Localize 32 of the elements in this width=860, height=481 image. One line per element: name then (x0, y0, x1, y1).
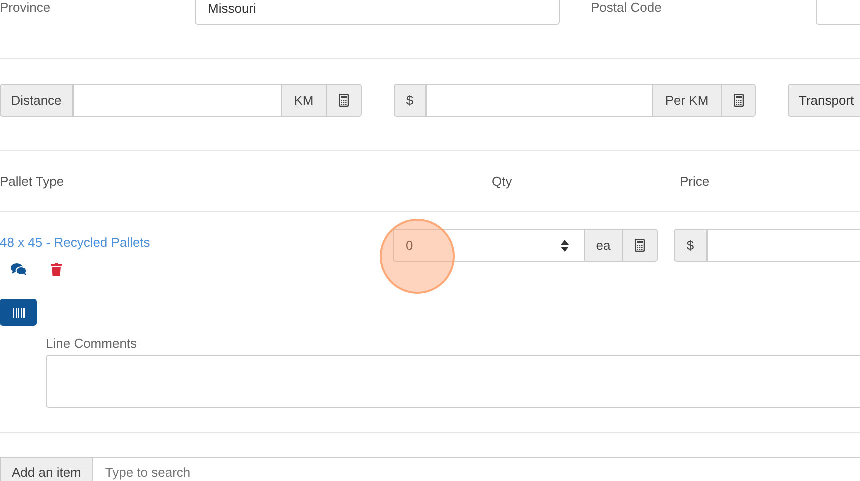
input-field[interactable] (73, 84, 282, 117)
calculator-icon (734, 94, 744, 107)
transport-button[interactable]: Transport (788, 84, 860, 117)
field-addon: KM (282, 84, 327, 117)
barcode-button[interactable] (0, 299, 37, 326)
comments-icon[interactable] (11, 263, 27, 276)
quantity-field[interactable]: 0 (393, 229, 585, 262)
calculator-icon (635, 239, 645, 252)
field-addon: Add an item (0, 457, 94, 481)
calculator-button[interactable] (623, 229, 658, 262)
comments-field[interactable] (46, 355, 860, 408)
field-addon: ea (585, 229, 623, 262)
field-label: Province (0, 0, 52, 15)
calculator-button[interactable] (327, 84, 362, 117)
field-addon: $ (394, 84, 426, 117)
calculator-icon (339, 94, 349, 107)
column-header: Price (680, 174, 710, 188)
field-label: Postal Code (591, 0, 663, 15)
input-field[interactable] (426, 84, 653, 117)
price-field[interactable] (707, 229, 860, 262)
barcode-icon (12, 308, 24, 318)
input-field[interactable]: Missouri (195, 0, 560, 25)
trash-icon[interactable] (51, 263, 62, 276)
search-field[interactable]: Type to search (93, 457, 860, 481)
field-addon: $ (674, 229, 707, 262)
field-addon: Distance (0, 84, 73, 117)
column-header: Pallet Type (0, 174, 66, 188)
column-header: Qty (492, 174, 514, 188)
spinner-icon[interactable] (561, 240, 569, 252)
field-addon: Per KM (653, 84, 722, 117)
field-label: Line Comments (46, 336, 138, 352)
calculator-button[interactable] (722, 84, 756, 117)
